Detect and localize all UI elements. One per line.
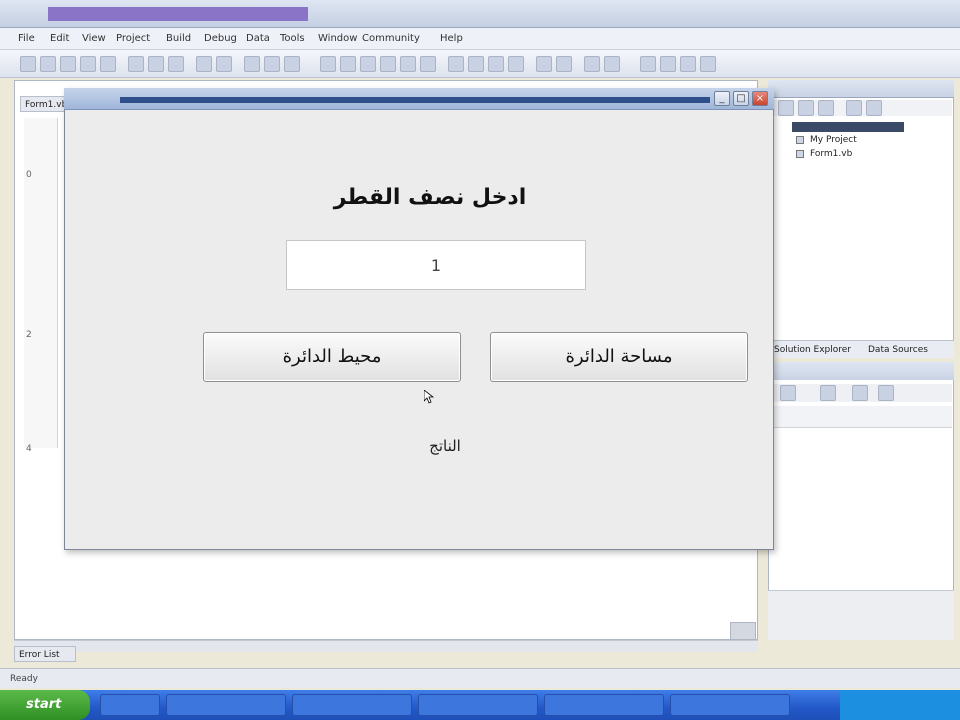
solution-node-selected[interactable] — [792, 122, 904, 132]
toolbar-overflow-icon[interactable] — [700, 56, 716, 72]
taskbar-button[interactable] — [418, 694, 538, 716]
align-middle-icon[interactable] — [400, 56, 416, 72]
properties-description — [768, 590, 954, 640]
result-label: الناتج — [429, 437, 461, 455]
radius-input[interactable] — [286, 240, 586, 290]
area-button[interactable]: مساحة الدائرة — [490, 332, 748, 382]
save-icon[interactable] — [80, 56, 96, 72]
solution-explorer-toolbar — [770, 100, 952, 116]
maximize-button[interactable]: □ — [733, 91, 749, 106]
close-button[interactable]: × — [752, 91, 768, 106]
taskbar-button[interactable] — [544, 694, 664, 716]
resize-grip-icon[interactable] — [730, 622, 756, 640]
ide-title — [48, 7, 308, 21]
designer-ruler: 0 2 4 — [24, 118, 58, 454]
new-project-icon[interactable] — [20, 56, 36, 72]
view-code-icon[interactable] — [846, 100, 862, 116]
properties-grid[interactable] — [770, 406, 952, 428]
solution-explorer-header — [768, 80, 954, 98]
radius-prompt-label: ادخل نصف القطر — [333, 185, 527, 210]
undo-icon[interactable] — [196, 56, 212, 72]
categorized-icon[interactable] — [780, 385, 796, 401]
start-debug-icon[interactable] — [244, 56, 260, 72]
start-button[interactable]: start — [0, 690, 90, 720]
pause-icon[interactable] — [264, 56, 280, 72]
status-text: Ready — [10, 674, 38, 684]
menu-file[interactable]: File — [18, 32, 35, 46]
property-pages-icon[interactable] — [878, 385, 894, 401]
solution-explorer-panel — [768, 80, 954, 350]
show-all-files-icon[interactable] — [798, 100, 814, 116]
paste-icon[interactable] — [168, 56, 184, 72]
folder-icon — [796, 136, 804, 144]
ruler-number: 4 — [26, 444, 32, 454]
ide-menubar: File Edit View Project Build Debug Data … — [0, 28, 960, 50]
status-bar: Ready — [0, 668, 960, 688]
taskbar-button[interactable] — [166, 694, 286, 716]
ruler-number: 0 — [26, 170, 32, 180]
view-designer-icon[interactable] — [866, 100, 882, 116]
menu-window[interactable]: Window — [318, 32, 357, 46]
ruler-number: 2 — [26, 330, 32, 340]
align-left-icon[interactable] — [320, 56, 336, 72]
tab-order-icon[interactable] — [640, 56, 656, 72]
form-file-icon — [796, 150, 804, 158]
copy-icon[interactable] — [148, 56, 164, 72]
form-title-highlight — [120, 97, 710, 103]
tab-solution-explorer[interactable]: Solution Explorer — [774, 341, 851, 359]
same-size-icon[interactable] — [488, 56, 504, 72]
ide-toolbar — [0, 50, 960, 78]
align-bottom-icon[interactable] — [420, 56, 436, 72]
menu-view[interactable]: View — [82, 32, 106, 46]
taskbar-button[interactable] — [292, 694, 412, 716]
error-list-tab[interactable]: Error List — [14, 646, 76, 662]
redo-icon[interactable] — [216, 56, 232, 72]
menu-project[interactable]: Project — [116, 32, 150, 46]
menu-debug[interactable]: Debug — [204, 32, 237, 46]
properties-icon[interactable] — [778, 100, 794, 116]
tree-item-project[interactable]: My Project — [796, 134, 946, 146]
same-height-icon[interactable] — [468, 56, 484, 72]
panel-tabs: Solution Explorer Data Sources — [768, 340, 954, 358]
alphabetical-icon[interactable] — [820, 385, 836, 401]
menu-data[interactable]: Data — [246, 32, 270, 46]
menu-community[interactable]: Community — [362, 32, 420, 46]
grid-icon[interactable] — [508, 56, 524, 72]
add-item-icon[interactable] — [40, 56, 56, 72]
properties-header — [768, 362, 954, 380]
circumference-button[interactable]: محيط الدائرة — [203, 332, 461, 382]
cut-icon[interactable] — [128, 56, 144, 72]
properties-toolbar — [770, 384, 952, 402]
stop-icon[interactable] — [284, 56, 300, 72]
tab-data-sources[interactable]: Data Sources — [868, 341, 928, 359]
open-icon[interactable] — [60, 56, 76, 72]
taskbar-button[interactable] — [100, 694, 160, 716]
tree-item-form[interactable]: Form1.vb — [796, 148, 946, 160]
format-icon[interactable] — [680, 56, 696, 72]
spacing-decrease-icon[interactable] — [556, 56, 572, 72]
refresh-icon[interactable] — [818, 100, 834, 116]
menu-edit[interactable]: Edit — [50, 32, 69, 46]
save-all-icon[interactable] — [100, 56, 116, 72]
same-width-icon[interactable] — [448, 56, 464, 72]
minimize-button[interactable]: _ — [714, 91, 730, 106]
spacing-icon[interactable] — [536, 56, 552, 72]
align-right-icon[interactable] — [360, 56, 376, 72]
mouse-cursor-icon — [424, 390, 434, 404]
events-icon[interactable] — [852, 385, 868, 401]
taskbar-button[interactable] — [670, 694, 790, 716]
align-center-icon[interactable] — [340, 56, 356, 72]
align-top-icon[interactable] — [380, 56, 396, 72]
system-tray — [840, 690, 960, 720]
form-window — [64, 88, 774, 550]
lock-controls-icon[interactable] — [660, 56, 676, 72]
menu-tools[interactable]: Tools — [280, 32, 305, 46]
bring-front-icon[interactable] — [584, 56, 600, 72]
send-back-icon[interactable] — [604, 56, 620, 72]
horizontal-scrollbar[interactable] — [14, 640, 758, 652]
menu-build[interactable]: Build — [166, 32, 191, 46]
menu-help[interactable]: Help — [440, 32, 463, 46]
